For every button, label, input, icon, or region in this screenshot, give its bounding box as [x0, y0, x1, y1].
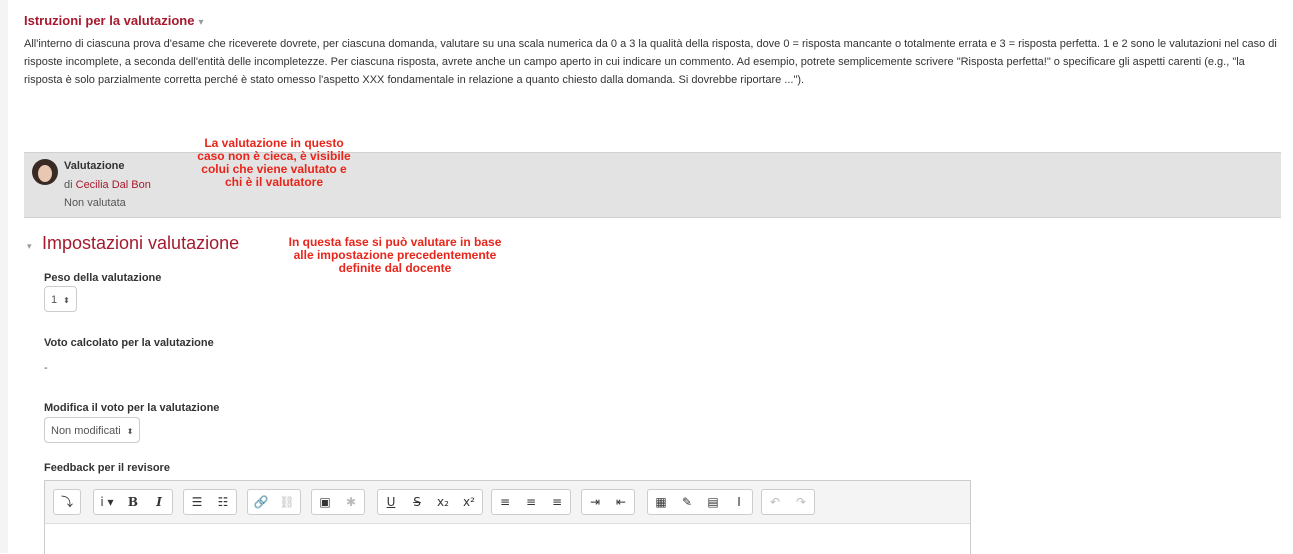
annotation-note-blind: La valutazione in questo caso non è ciec… — [197, 136, 351, 189]
outdent-button[interactable]: ⇤ — [608, 490, 634, 514]
calculated-grade-value: - — [44, 362, 48, 374]
instructions-paragraph: All'interno di ciascuna prova d'esame ch… — [24, 38, 1277, 86]
select-arrows-icon: ⬍ — [63, 296, 70, 305]
unlink-button[interactable]: ⛓ — [274, 490, 300, 514]
collapse-caret-icon[interactable]: ▾ — [198, 17, 203, 28]
grading-status: Non valutata — [64, 197, 126, 209]
instructions-title: Istruzioni per la valutazione — [24, 13, 195, 28]
section-caret-icon[interactable]: ▾ — [27, 241, 32, 252]
toolbar-group-collapse: ⤵ — [53, 489, 81, 515]
weight-select-value: 1 — [51, 294, 58, 306]
select-arrows-icon: ⬍ — [126, 427, 134, 436]
redo-button[interactable]: ↷ — [788, 490, 814, 514]
override-select-value: Non modificati — [51, 425, 121, 437]
instructions-text: All'interno di ciascuna prova d'esame ch… — [24, 35, 1279, 89]
indent-button[interactable]: ⇥ — [582, 490, 608, 514]
grading-title: Valutazione — [64, 160, 125, 172]
media-button[interactable]: ✱ — [338, 490, 364, 514]
toolbar-group-links: 🔗 ⛓ — [247, 489, 301, 515]
instructions-heading[interactable]: Istruzioni per la valutazione ▾ — [24, 13, 204, 28]
feedback-label: Feedback per il revisore — [44, 462, 170, 474]
override-grade-label: Modifica il voto per la valutazione — [44, 402, 220, 414]
toolbar-group-indent: ⇥ ⇤ — [581, 489, 635, 515]
bold-button[interactable]: B — [120, 490, 146, 514]
subscript-button[interactable]: x₂ — [430, 490, 456, 514]
align-left-button[interactable]: ≡ — [492, 490, 518, 514]
align-right-button[interactable]: ≡ — [544, 490, 570, 514]
toolbar-group-format: U S x₂ x² — [377, 489, 483, 515]
paragraph-style-button[interactable]: i ▾ — [94, 490, 120, 514]
unordered-list-button[interactable]: ☰ — [184, 490, 210, 514]
avatar — [32, 159, 58, 185]
image-button[interactable]: ▣ — [312, 490, 338, 514]
toolbar-group-align: ≡ ≡ ≡ — [491, 489, 571, 515]
toolbar-group-insert: ▦ ✎ ▤ I — [647, 489, 753, 515]
align-center-button[interactable]: ≡ — [518, 490, 544, 514]
undo-button[interactable]: ↶ — [762, 490, 788, 514]
annotation-note-settings: In questa fase si può valutare in base a… — [288, 235, 502, 275]
strikethrough-button[interactable]: S — [404, 490, 430, 514]
toolbar-collapse-button[interactable]: ⤵ — [54, 490, 80, 514]
weight-label: Peso della valutazione — [44, 272, 162, 284]
superscript-button[interactable]: x² — [456, 490, 482, 514]
table-button[interactable]: ▤ — [700, 490, 726, 514]
special-char-button[interactable]: ✎ — [674, 490, 700, 514]
underline-button[interactable]: U — [378, 490, 404, 514]
link-button[interactable]: 🔗 — [248, 490, 274, 514]
left-sidebar-strip — [0, 0, 8, 553]
toolbar-group-media: ▣ ✱ — [311, 489, 365, 515]
grading-author: di Cecilia Dal Bon — [64, 179, 151, 191]
override-grade-select[interactable]: Non modificati ⬍ — [44, 417, 141, 443]
calculated-grade-label: Voto calcolato per la valutazione — [44, 337, 214, 349]
editor-toolbar: ⤵ i ▾ B I ☰ ☷ 🔗 ⛓ ▣ ✱ U S x₂ x² ≡ ≡ ≡ ⇥ … — [45, 481, 970, 524]
ordered-list-button[interactable]: ☷ — [210, 490, 236, 514]
toolbar-group-history: ↶ ↷ — [761, 489, 815, 515]
by-prefix: di — [64, 179, 73, 191]
italic-button[interactable]: I — [146, 490, 172, 514]
feedback-editor[interactable]: ⤵ i ▾ B I ☰ ☷ 🔗 ⛓ ▣ ✱ U S x₂ x² ≡ ≡ ≡ ⇥ … — [44, 480, 971, 554]
weight-select[interactable]: 1 ⬍ — [44, 286, 77, 312]
settings-section-title[interactable]: Impostazioni valutazione — [42, 233, 239, 254]
equation-button[interactable]: ▦ — [648, 490, 674, 514]
toolbar-group-style: i ▾ B I — [93, 489, 173, 515]
clear-format-button[interactable]: I — [726, 490, 752, 514]
toolbar-group-lists: ☰ ☷ — [183, 489, 237, 515]
author-link[interactable]: Cecilia Dal Bon — [76, 179, 151, 191]
